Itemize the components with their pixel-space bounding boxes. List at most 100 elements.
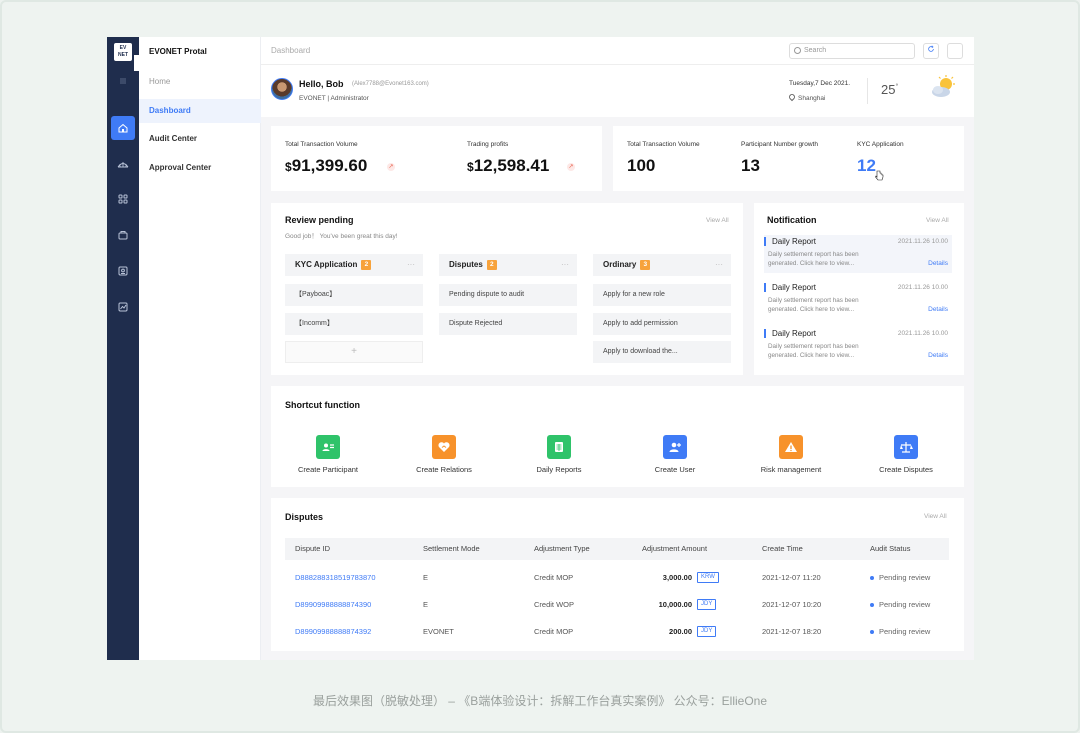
menu-item-home[interactable]: Home [139, 70, 261, 94]
adjustment-type: Credit MOP [534, 573, 574, 582]
section-title: Shortcut function [285, 400, 360, 410]
trend-up-icon: ↗ [567, 163, 575, 171]
stat-label: Participant Number growth [741, 141, 818, 148]
greeting-panel: Hello, Bob (Alex7788@Evonet163.com) EVON… [261, 65, 974, 117]
view-all-link[interactable]: View All [926, 217, 949, 224]
list-item[interactable]: Dispute Rejected [439, 313, 577, 335]
stat-label: KYC Application [857, 141, 904, 148]
view-all-link[interactable]: View All [706, 217, 729, 224]
column-header[interactable]: Audit Status [870, 538, 910, 560]
avatar[interactable] [271, 78, 293, 100]
column-head-disputes[interactable]: Disputes 2 ··· [439, 254, 577, 276]
table-row[interactable]: D89909988888874390 E Credit WOP 10,000.0… [285, 591, 949, 618]
search-icon [794, 47, 801, 54]
current-date: Tuesday,7 Dec 2021. [789, 80, 851, 87]
column-header[interactable]: Settlement Mode [423, 538, 480, 560]
notification-item[interactable]: Daily Report 2021.11.26 10.00 Daily sett… [764, 235, 952, 273]
search-input[interactable]: Search [789, 43, 915, 59]
stat-label: Total Transaction Volume [285, 141, 358, 148]
column-head-ordinary[interactable]: Ordinary 3 ··· [593, 254, 731, 276]
view-all-link[interactable]: View All [924, 513, 947, 520]
table-row[interactable]: D89909988888874392 EVONET Credit MOP 200… [285, 618, 949, 645]
adjustment-amount: 10,000.00 [658, 600, 692, 609]
user-role: EVONET | Administrator [299, 95, 369, 102]
table-header: Dispute ID Settlement Mode Adjustment Ty… [285, 538, 949, 560]
column-head-kyc[interactable]: KYC Application 2 ··· [285, 254, 423, 276]
evonet-logo: EV NET [114, 43, 132, 61]
financial-stats-card: Total Transaction Volume $91,399.60 ↗ Tr… [271, 126, 602, 191]
sheet-icon [547, 435, 571, 459]
shortcut-risk-management[interactable]: Risk management [741, 435, 841, 474]
user-add-icon [663, 435, 687, 459]
disputes-card: Disputes View All Dispute ID Settlement … [271, 498, 964, 651]
shortcut-create-participant[interactable]: Create Participant [278, 435, 378, 474]
icon-rail: EV NET [107, 37, 144, 660]
stat-value-growth: 13 [741, 156, 760, 175]
section-subtitle: Good job！ You've been great this day! [285, 233, 398, 240]
details-link[interactable]: Details [928, 260, 948, 267]
heart-shield-icon [432, 435, 456, 459]
column-header[interactable]: Adjustment Amount [642, 538, 707, 560]
refresh-button[interactable] [923, 43, 939, 59]
shortcut-create-user[interactable]: Create User [625, 435, 725, 474]
details-link[interactable]: Details [928, 352, 948, 359]
create-time: 2021-12-07 10:20 [762, 600, 822, 609]
column-header[interactable]: Dispute ID [295, 538, 330, 560]
search-placeholder: Search [804, 47, 827, 54]
adjustment-amount: 200.00 [669, 627, 692, 636]
notification-item[interactable]: Daily Report 2021.11.26 10.00 Daily sett… [764, 327, 952, 365]
list-item[interactable]: Pending dispute to audit [439, 284, 577, 306]
dispute-id-link[interactable]: D89909988888874390 [295, 591, 371, 618]
apps-icon[interactable] [111, 187, 135, 211]
table-row[interactable]: D88828831851978387​0 E Credit MOP 3,000.… [285, 564, 949, 591]
divider [867, 78, 868, 104]
shortcut-daily-reports[interactable]: Daily Reports [509, 435, 609, 474]
hello-text: Hello, Bob [299, 79, 344, 89]
image-caption: 最后效果图（脱敏处理） – 《B端体验设计：拆解工作台真实案例》 公众号：Ell… [312, 694, 768, 708]
location-pin-icon [787, 92, 797, 102]
breadcrumb[interactable]: Dashboard [271, 46, 310, 55]
currency-tag: JDY [697, 599, 717, 610]
app-window: EV NET EVONET Protal Home Dashboard Audit… [107, 37, 974, 660]
stat-label: Total Transaction Volume [627, 141, 700, 148]
badge-icon[interactable] [111, 259, 135, 283]
shortcut-create-relations[interactable]: Create Relations [394, 435, 494, 474]
column-header[interactable]: Adjustment Type [534, 538, 590, 560]
refresh-icon [928, 45, 934, 52]
menu-item-dashboard[interactable]: Dashboard [139, 99, 261, 123]
notification-card: Notification View All Daily Report 2021.… [754, 203, 964, 375]
trend-up-icon: ↗ [387, 163, 395, 171]
menu-item-approval-center[interactable]: Approval Center [139, 156, 261, 180]
stat-label: Trading profits [467, 141, 509, 148]
list-item[interactable]: Apply for a new role [593, 284, 731, 306]
menu-icon[interactable] [111, 69, 135, 93]
create-time: 2021-12-07 11:20 [762, 573, 821, 582]
currency-tag: JDY [697, 626, 717, 637]
stat-value-profits: $12,598.41 [467, 156, 550, 175]
notification-item[interactable]: Daily Report 2021.11.26 10.00 Daily sett… [764, 281, 952, 319]
chart-icon[interactable] [111, 295, 135, 319]
column-header[interactable]: Create Time [762, 538, 803, 560]
shortcut-create-disputes[interactable]: Create Disputes [856, 435, 956, 474]
settlement-mode: E [423, 600, 429, 609]
home-icon[interactable] [111, 116, 135, 140]
stat-value-kyc-link[interactable]: 12 [857, 156, 876, 176]
portal-title: EVONET Protal [149, 47, 207, 56]
details-link[interactable]: Details [928, 306, 948, 313]
user-menu-button[interactable] [947, 43, 963, 59]
list-item[interactable]: 【Payboac】 [285, 284, 423, 306]
add-item-button[interactable]: + [285, 341, 423, 363]
dispute-id-link[interactable]: D88828831851978387​0 [295, 564, 376, 591]
list-item[interactable]: Apply to add permission [593, 313, 731, 335]
temperature: 25° [881, 82, 899, 97]
dispute-id-link[interactable]: D89909988888874392 [295, 618, 371, 645]
review-pending-card: Review pending Good job！ You've been gre… [271, 203, 743, 375]
side-menu: EVONET Protal Home Dashboard Audit Cente… [139, 37, 261, 660]
bridge-icon[interactable] [111, 152, 135, 176]
settlement-mode: EVONET [423, 627, 454, 636]
box-icon[interactable] [111, 223, 135, 247]
menu-item-audit-center[interactable]: Audit Center [139, 127, 261, 151]
list-item[interactable]: 【Incomm】 [285, 313, 423, 335]
list-item[interactable]: Apply to download the... [593, 341, 731, 363]
pointer-cursor-icon [875, 170, 884, 181]
